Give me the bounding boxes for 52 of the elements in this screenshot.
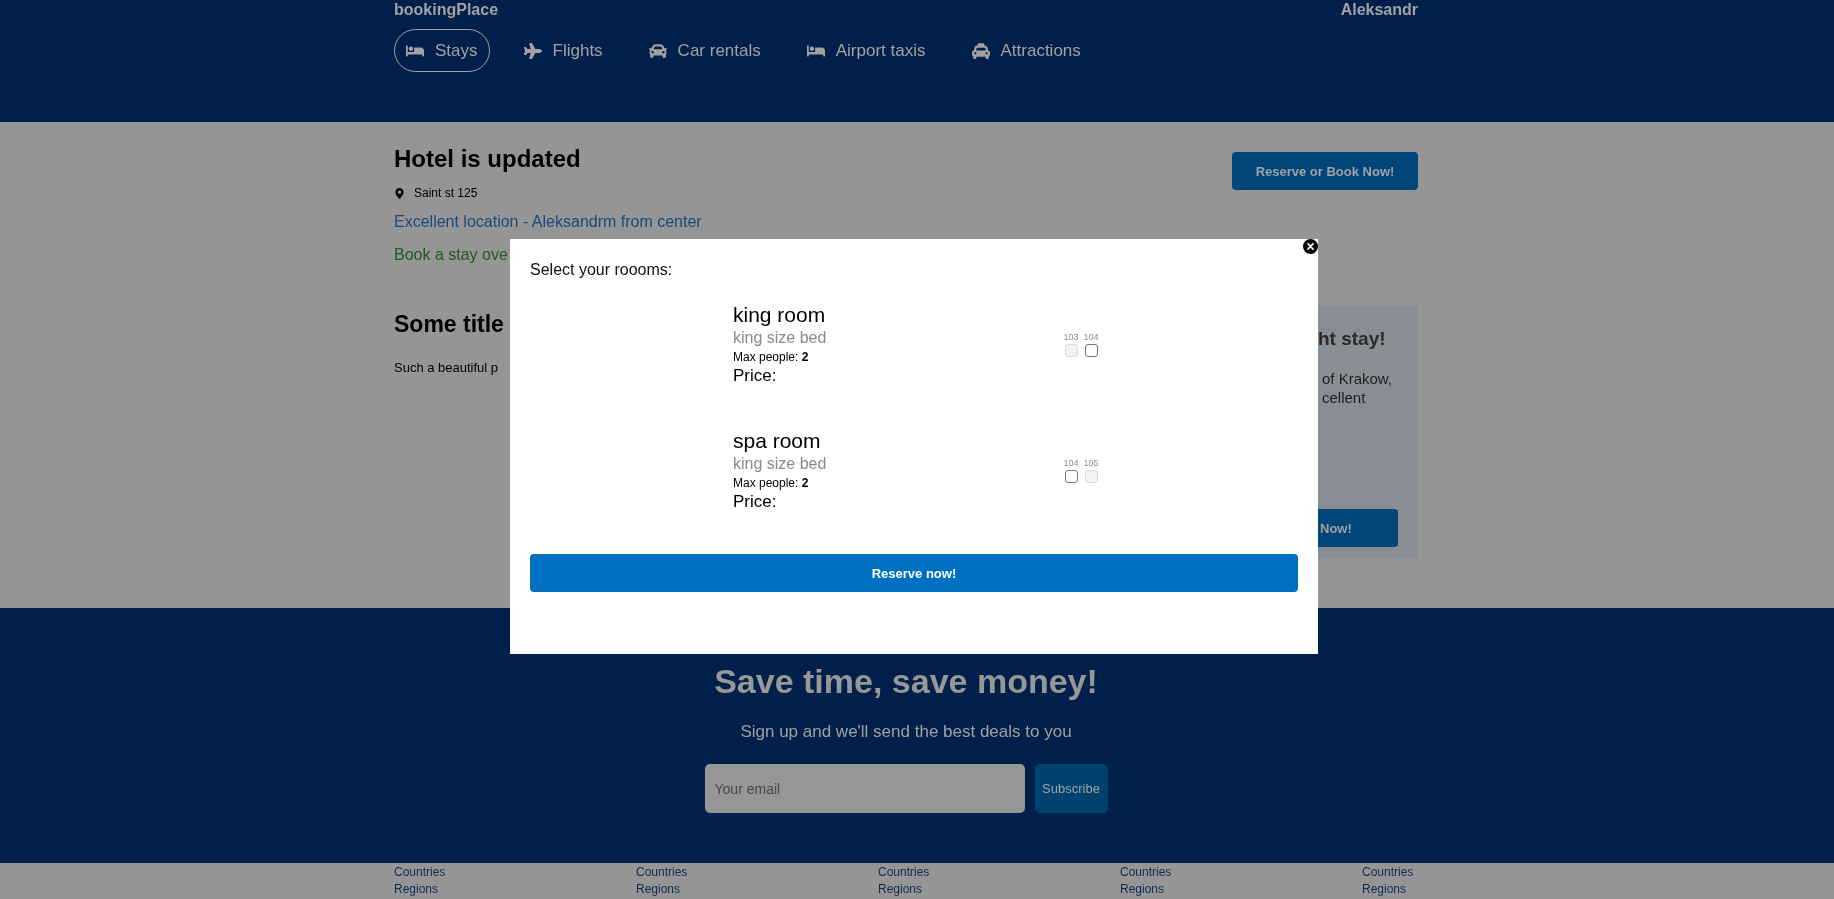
nav-tab[interactable]: Attractions: [959, 29, 1093, 72]
reserve-now-button[interactable]: Reserve now!: [530, 554, 1298, 592]
room-checkbox[interactable]: [1064, 470, 1078, 483]
distance-text: Excellent location - Aleksandrm from center: [394, 212, 702, 232]
offer-text: Book a stay ove: [394, 245, 508, 265]
footer-link[interactable]: Regions: [1362, 882, 1407, 897]
newsletter-subtitle: Sign up and we'll send the best deals to you: [740, 721, 1072, 743]
description-text: Such a beautiful p: [394, 359, 499, 377]
room-description: king size bed: [733, 454, 827, 474]
reserve-button[interactable]: Reserve or Book Now!: [1232, 152, 1418, 190]
footer-link[interactable]: Countries: [1362, 865, 1414, 880]
hotel-title: Hotel is updated: [394, 144, 581, 174]
email-input[interactable]: Your email: [704, 764, 1025, 813]
room-description: king size bed: [733, 328, 827, 348]
nav-tab[interactable]: Airport taxis: [794, 29, 938, 72]
room-number: 103: [1063, 332, 1079, 342]
footer-link[interactable]: Countries: [394, 865, 446, 880]
car-icon: [648, 41, 667, 60]
room-number: 104: [1083, 332, 1099, 342]
section-title: Some title: [394, 310, 504, 339]
footer-link[interactable]: Countries: [636, 865, 688, 880]
airplane-icon: [523, 41, 542, 60]
taxi-icon: [971, 41, 990, 60]
footer-link[interactable]: Countries: [878, 865, 930, 880]
panel-title: ht stay!: [1318, 328, 1386, 350]
modal-title: Select your roooms:: [530, 260, 674, 280]
panel-text: cellent: [1322, 388, 1367, 407]
newsletter-title: Save time, save money!: [714, 661, 1098, 702]
subscribe-button[interactable]: Subscribe: [1034, 764, 1108, 813]
user-name[interactable]: Aleksandr: [1340, 0, 1418, 19]
footer-link[interactable]: Regions: [878, 882, 923, 897]
close-icon[interactable]: [1303, 239, 1318, 254]
price-label: Price:: [733, 492, 777, 512]
footer-link[interactable]: Regions: [1120, 882, 1165, 897]
room-checkbox[interactable]: [1084, 344, 1098, 357]
nav-tab[interactable]: Flights: [511, 29, 615, 72]
panel-button[interactable]: Now!: [1318, 509, 1398, 547]
nav-tab[interactable]: Car rentals: [636, 29, 773, 72]
room-name: spa room: [733, 429, 821, 453]
max-people-text: Max people: 2: [733, 475, 809, 491]
panel-text: of Krakow,: [1322, 369, 1393, 388]
price-label: Price:: [733, 366, 777, 386]
footer-link[interactable]: Regions: [636, 882, 681, 897]
footer-link[interactable]: Countries: [1120, 865, 1172, 880]
footer-link[interactable]: Regions: [394, 882, 439, 897]
room-number: 104: [1063, 458, 1079, 468]
room-name: king room: [733, 303, 826, 327]
room-number: 105: [1083, 458, 1099, 468]
hotel-address: Saint st 125: [414, 186, 478, 200]
location-pin-icon: [394, 187, 405, 199]
site-logo[interactable]: bookingPlace: [394, 0, 499, 19]
max-people-text: Max people: 2: [733, 349, 809, 365]
